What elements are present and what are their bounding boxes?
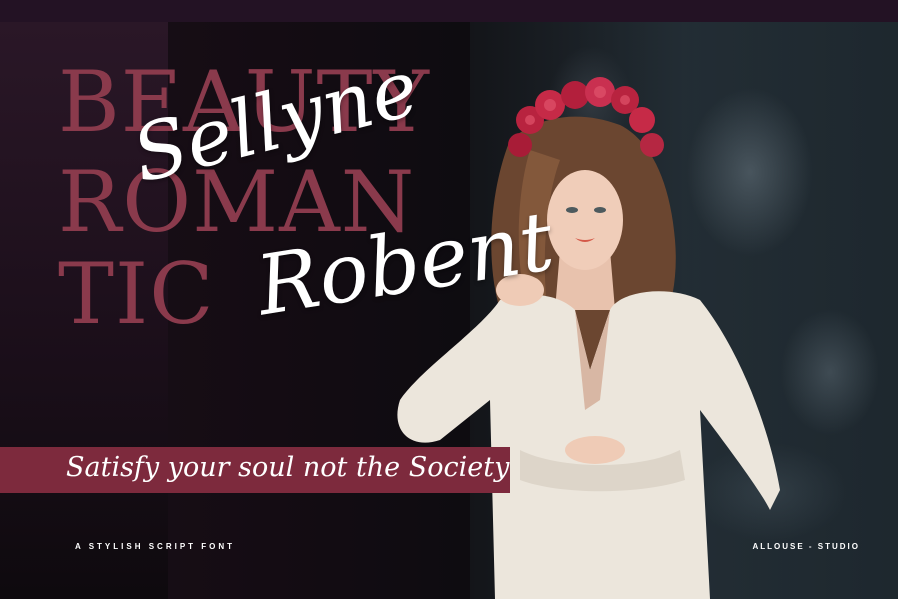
model-hand-waist — [565, 436, 625, 464]
background-word-tic: TIC — [58, 245, 215, 343]
footer-right-text: ALLOUSE - STUDIO — [752, 542, 860, 551]
model-face — [547, 170, 623, 270]
poster: BEAUTY ROMAN TIC Sellyne Robent Satisfy … — [0, 0, 898, 599]
model-photo — [397, 77, 780, 599]
tagline-text: Satisfy your soul not the Society — [66, 452, 510, 483]
top-band — [0, 0, 898, 22]
model-eye-left — [566, 207, 578, 213]
model-eye-right — [594, 207, 606, 213]
footer-left-text: A STYLISH SCRIPT FONT — [75, 542, 236, 551]
